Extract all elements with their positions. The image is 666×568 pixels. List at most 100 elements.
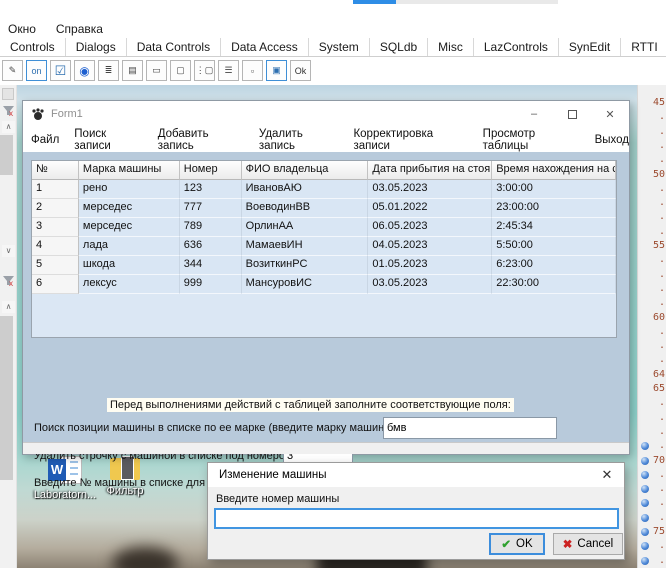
line-number: 65 [653,383,665,394]
ide-menu-item-0[interactable]: Окно [8,22,36,36]
line-dot: . [659,269,665,280]
form-menu-item-6[interactable]: Выход [595,134,629,146]
table-row[interactable]: 2мерседес777ВоеводинВВ05.01.202223:00:00 [32,199,616,218]
maskedit-icon[interactable]: ✎ [2,60,23,81]
gutter-line: . [638,126,666,139]
column-header: № [32,161,79,180]
horizontal-scrollbar[interactable] [353,0,558,4]
combobox-icon[interactable]: ▤ [122,60,143,81]
listbox-icon[interactable]: ≣ [98,60,119,81]
table-header-row: №Марка машиныНомерФИО владельцаДата приб… [32,161,616,180]
modified-line-icon [641,557,649,565]
filter-icon[interactable]: x [2,274,15,287]
gutter-line: . [638,483,666,496]
line-number: 75 [653,526,665,537]
svg-text:x: x [9,279,13,287]
palette-tab-6[interactable]: Misc [428,38,474,56]
notice-label: Перед выполнениями действий с таблицей з… [107,398,514,412]
gutter-line: . [638,326,666,339]
form1-titlebar[interactable]: Form1 – ✕ [23,101,629,127]
frame-icon[interactable]: ▣ [266,60,287,81]
line-dot: . [659,497,665,508]
palette-tab-9[interactable]: RTTI [621,38,666,56]
panel-icon[interactable]: ▫ [242,60,263,81]
palette-tab-1[interactable]: Dialogs [66,38,127,56]
scroll-up-icon[interactable]: ∧ [2,121,15,133]
line-dot: . [659,254,665,265]
gutter-line: . [638,140,666,153]
table-cell: МамаевИН [242,237,369,256]
scroll-down-icon[interactable]: ∨ [2,245,15,257]
filter-icon[interactable]: x [2,104,15,117]
form-menu-item-5[interactable]: Просмотр таблицы [483,128,580,152]
inspector-button[interactable] [2,88,14,100]
line-number: 60 [653,312,665,323]
gutter-line: . [638,340,666,353]
palette-tab-5[interactable]: SQLdb [370,38,428,56]
line-number: 45 [653,97,665,108]
modified-line-icon [641,528,649,536]
cars-table[interactable]: №Марка машиныНомерФИО владельцаДата приб… [31,160,617,338]
palette-tab-4[interactable]: System [309,38,370,56]
scrollbar-thumb[interactable] [0,135,13,175]
line-dot: . [659,197,665,208]
gutter-line: 65 [638,383,666,396]
table-row[interactable]: 1рено123ИвановАЮ03.05.20233:00:00 [32,180,616,199]
table-row[interactable]: 3мерседес789ОрлинАА06.05.20232:45:34 [32,218,616,237]
form-menu-item-1[interactable]: Поиск записи [74,128,142,152]
checkgroup-icon[interactable]: ☰ [218,60,239,81]
radiogroup-icon[interactable]: ⋮▢ [194,60,215,81]
cancel-button[interactable]: ✖ Cancel [553,533,623,555]
form-menu-item-3[interactable]: Удалить запись [259,128,339,152]
table-cell: 03.05.2023 [368,275,492,294]
table-cell: 06.05.2023 [368,218,492,237]
form-menu-item-0[interactable]: Файл [31,134,59,146]
dialog-titlebar[interactable]: Изменение машины ✕ [208,463,624,487]
ok-button[interactable]: ✔ OK [489,533,545,555]
gutter-line: . [638,254,666,267]
palette-tab-3[interactable]: Data Access [221,38,309,56]
scrollbar-icon[interactable]: ▭ [146,60,167,81]
palette-tab-8[interactable]: SynEdit [559,38,621,56]
table-cell: 4 [32,237,79,256]
line-dot: . [659,483,665,494]
modified-line-icon [641,442,649,450]
component-palette-tabs: ControlsDialogsData ControlsData AccessS… [0,38,666,57]
maximize-icon [568,110,577,119]
close-button[interactable]: ✕ [591,101,629,127]
search-brand-input[interactable] [383,417,557,439]
gutter-line: . [638,111,666,124]
ide-menu-item-1[interactable]: Справка [56,22,103,36]
form-menu-item-4[interactable]: Корректировка записи [353,128,467,152]
line-dot: . [659,354,665,365]
minimize-button[interactable]: – [515,101,553,127]
palette-tab-7[interactable]: LazControls [474,38,559,56]
close-icon[interactable]: ✕ [590,467,624,483]
scrollbar-thumb[interactable] [0,316,13,480]
gutter-line: 55 [638,240,666,253]
maximize-button[interactable] [553,101,591,127]
table-cell: мерседес [79,218,180,237]
line-dot: . [659,469,665,480]
check-icon: ✔ [501,537,511,551]
actionlist-icon[interactable]: Ok [290,60,311,81]
line-number: 50 [653,169,665,180]
gutter-line: . [638,555,666,568]
groupbox-icon[interactable]: ▢ [170,60,191,81]
form1-bottom-strip [23,442,629,454]
scrollbar-thumb[interactable] [353,0,396,4]
gutter-line: . [638,426,666,439]
radiobutton-icon[interactable]: ◉ [74,60,95,81]
palette-tab-0[interactable]: Controls [0,38,66,56]
form-menu-item-2[interactable]: Добавить запись [158,128,244,152]
palette-tab-2[interactable]: Data Controls [127,38,221,56]
togglebox-icon[interactable]: on [26,60,47,81]
car-number-input[interactable] [214,508,619,529]
table-row[interactable]: 5шкода344ВозиткинРС01.05.20236:23:00 [32,256,616,275]
column-header: Время нахождения на стоянке [492,161,616,180]
gutter-line: . [638,154,666,167]
table-row[interactable]: 6лексус999МансуровИС03.05.202322:30:00 [32,275,616,294]
table-row[interactable]: 4лада636МамаевИН04.05.20235:50:00 [32,237,616,256]
checkbox-icon[interactable]: ☑ [50,60,71,81]
scroll-up-icon[interactable]: ∧ [2,301,15,313]
